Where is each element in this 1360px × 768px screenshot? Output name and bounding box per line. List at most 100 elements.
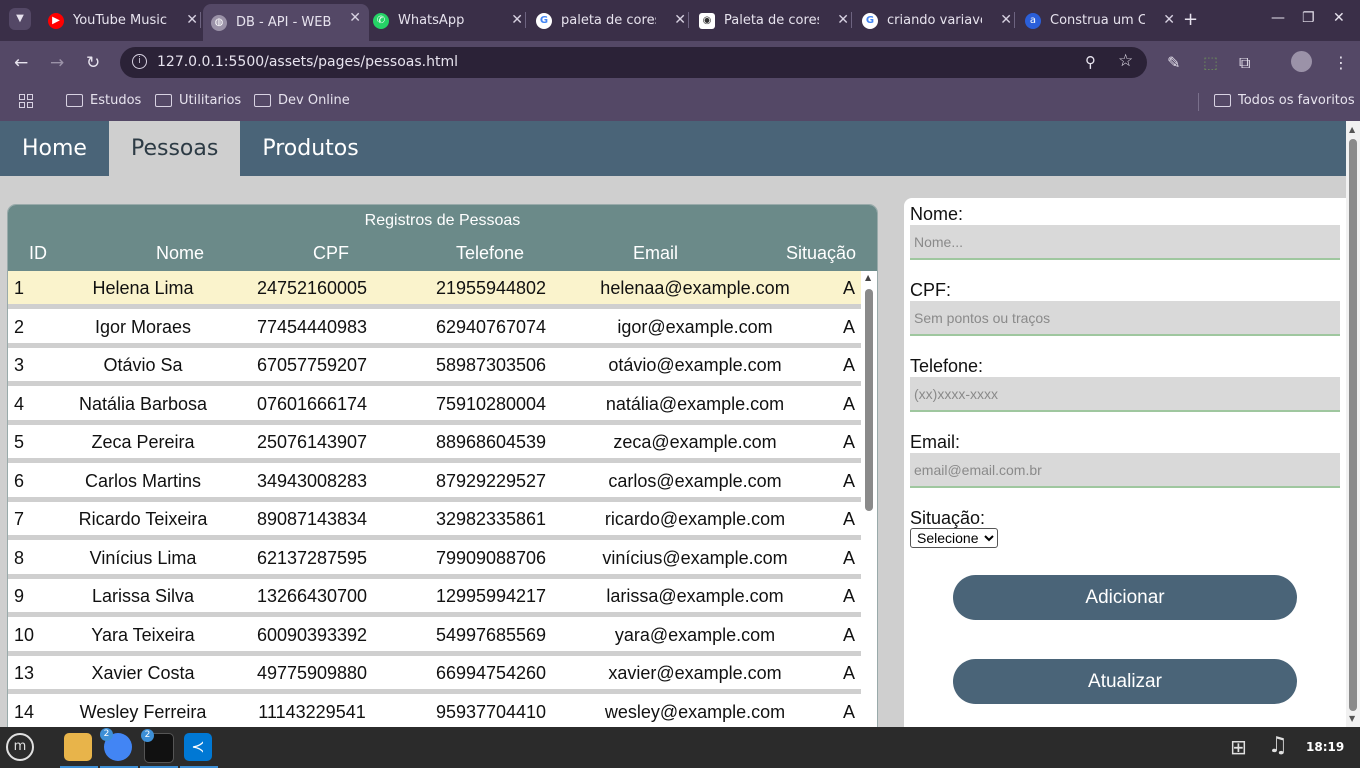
cell-telefone: 54997685569: [435, 624, 547, 645]
cell-situacao: A: [843, 393, 856, 414]
tab-db-api-web[interactable]: ◍ DB - API - WEB ✕: [203, 4, 369, 41]
tab-construa-css[interactable]: a Construa um CS ✕: [1017, 6, 1183, 35]
nav-produtos[interactable]: Produtos: [240, 121, 380, 176]
table-row[interactable]: 3 Otávio Sa 67057759207 58987303506 otávio@e…: [8, 348, 861, 386]
table-row[interactable]: 1 Helena Lima 24752160005 21955944802 helena…: [8, 271, 861, 309]
nav-home[interactable]: Home: [0, 121, 109, 176]
close-icon[interactable]: ✕: [186, 12, 198, 28]
tab-search-button[interactable]: ▼: [9, 8, 31, 30]
restore-icon[interactable]: ❐: [1302, 10, 1315, 26]
vscode-icon[interactable]: ≺: [184, 733, 212, 761]
email-label: Email:: [910, 432, 961, 452]
scroll-up-icon[interactable]: ▲: [865, 273, 871, 282]
url-text[interactable]: 127.0.0.1:5500/assets/pages/pessoas.html: [157, 54, 458, 70]
scrollbar-thumb[interactable]: [1349, 139, 1357, 711]
situacao-select[interactable]: Selecione: [910, 528, 998, 548]
cell-nome: Yara Teixeira: [91, 624, 195, 645]
tab-whatsapp[interactable]: ✆ WhatsApp ✕: [365, 6, 531, 35]
scroll-down-icon[interactable]: ▼: [1349, 714, 1355, 723]
cell-telefone: 66994754260: [435, 663, 547, 683]
close-icon[interactable]: ✕: [674, 12, 686, 28]
telefone-label: Telefone:: [910, 356, 984, 376]
screenshot-icon[interactable]: ⬚: [1203, 53, 1218, 72]
tab-paleta-site[interactable]: ◉ Paleta de cores ✕: [691, 6, 857, 35]
cell-email: otávio@example.com: [608, 355, 782, 375]
eyedropper-icon[interactable]: ✎: [1167, 53, 1180, 72]
add-button[interactable]: Adicionar: [953, 575, 1297, 620]
table-row[interactable]: 9 Larissa Silva 13266430700 12995994217 lari…: [8, 579, 861, 617]
nome-input[interactable]: [910, 225, 1340, 260]
zoom-icon[interactable]: ⚲: [1085, 53, 1096, 71]
bookmark-star-icon[interactable]: ☆: [1118, 51, 1133, 71]
site-info-icon[interactable]: i: [132, 54, 147, 69]
back-icon[interactable]: ←: [14, 53, 28, 73]
bookmark-estudos[interactable]: Estudos: [66, 93, 141, 108]
network-icon[interactable]: ⊞: [1230, 735, 1247, 759]
table-row[interactable]: 7 Ricardo Teixeira 89087143834 32982335861 r…: [8, 502, 861, 540]
page-scrollbar[interactable]: ▲ ▼: [1346, 121, 1360, 727]
minimize-icon[interactable]: —: [1271, 10, 1285, 26]
apps-grid-icon[interactable]: [19, 94, 33, 108]
cell-id: 8: [14, 547, 25, 568]
email-input[interactable]: [910, 453, 1340, 488]
update-button[interactable]: Atualizar: [953, 659, 1297, 704]
reload-icon[interactable]: ↻: [86, 53, 100, 73]
cell-cpf: 07601666174: [256, 393, 368, 414]
table-scrollbar[interactable]: ▲: [861, 271, 877, 727]
close-window-icon[interactable]: ✕: [1333, 10, 1345, 26]
nav-pessoas[interactable]: Pessoas: [108, 121, 241, 176]
sound-icon[interactable]: ♫: [1268, 733, 1288, 758]
tab-youtube-music[interactable]: ▶ YouTube Music ✕: [40, 6, 206, 35]
files-icon[interactable]: [64, 733, 92, 761]
cell-situacao: A: [843, 701, 856, 722]
scrollbar-thumb[interactable]: [865, 289, 873, 511]
bookmark-dev-online[interactable]: Dev Online: [254, 93, 350, 108]
mint-menu-icon[interactable]: m: [6, 733, 34, 761]
table-row[interactable]: 6 Carlos Martins 34943008283 87929229527 car…: [8, 463, 861, 502]
all-bookmarks[interactable]: Todos os favoritos: [1214, 93, 1355, 108]
address-bar[interactable]: i 127.0.0.1:5500/assets/pages/pessoas.ht…: [120, 47, 1147, 78]
close-icon[interactable]: ✕: [511, 12, 523, 28]
close-icon[interactable]: ✕: [349, 10, 361, 26]
table-row[interactable]: 10 Yara Teixeira 60090393392 54997685569 yar…: [8, 617, 861, 656]
close-icon[interactable]: ✕: [1163, 12, 1175, 28]
extensions-icon[interactable]: ⧉: [1239, 53, 1250, 73]
chrome-icon[interactable]: 2: [100, 728, 132, 761]
cell-id: 9: [14, 586, 25, 606]
table-row[interactable]: 8 Vinícius Lima 62137287595 79909088706 viní…: [8, 540, 861, 579]
new-tab-icon[interactable]: +: [1183, 9, 1198, 30]
table-row[interactable]: 4 Natália Barbosa 07601666174 75910280004 na…: [8, 386, 861, 425]
cell-nome: Vinícius Lima: [89, 547, 197, 568]
menu-icon[interactable]: ⋮: [1333, 53, 1349, 72]
cell-nome: Zeca Pereira: [91, 432, 195, 452]
table-row[interactable]: 5 Zeca Pereira 25076143907 88968604539 zeca@…: [8, 425, 861, 463]
google-icon: G: [862, 12, 878, 29]
tab-criando-variaveis[interactable]: G criando variavei ✕: [854, 6, 1020, 35]
cell-telefone: 88968604539: [435, 432, 547, 452]
tab-title: paleta de cores: [561, 13, 656, 28]
cell-id: 2: [14, 316, 25, 337]
close-icon[interactable]: ✕: [1000, 12, 1012, 28]
cell-situacao: A: [843, 316, 856, 337]
profile-avatar[interactable]: [1291, 51, 1312, 72]
bookmark-utilitarios[interactable]: Utilitarios: [155, 93, 241, 108]
folder-icon: [66, 94, 83, 107]
table-row[interactable]: 14 Wesley Ferreira 11143229541 95937704410 w…: [8, 694, 861, 727]
cpf-input[interactable]: [910, 301, 1340, 336]
column-header-id: ID: [29, 243, 47, 263]
browser-toolbar: ← → ↻ i 127.0.0.1:5500/assets/pages/pess…: [0, 41, 1360, 84]
folder-icon: [254, 94, 271, 107]
scroll-up-icon[interactable]: ▲: [1349, 125, 1355, 134]
telefone-input[interactable]: [910, 377, 1340, 412]
table-row[interactable]: 2 Igor Moraes 77454440983 62940767074 igor@e…: [8, 309, 861, 348]
forward-icon[interactable]: →: [50, 53, 64, 73]
cpf-label: CPF:: [910, 280, 952, 300]
clock[interactable]: 18:19: [1306, 740, 1344, 754]
tab-separator: [525, 12, 526, 28]
terminal-icon[interactable]: 2: [141, 729, 174, 763]
close-icon[interactable]: ✕: [837, 12, 849, 28]
cell-nome: Igor Moraes: [94, 316, 192, 337]
cell-cpf: 34943008283: [256, 470, 368, 491]
table-row[interactable]: 13 Xavier Costa 49775909880 66994754260 xavi…: [8, 656, 861, 694]
tab-paleta-google[interactable]: G paleta de cores ✕: [528, 6, 694, 35]
